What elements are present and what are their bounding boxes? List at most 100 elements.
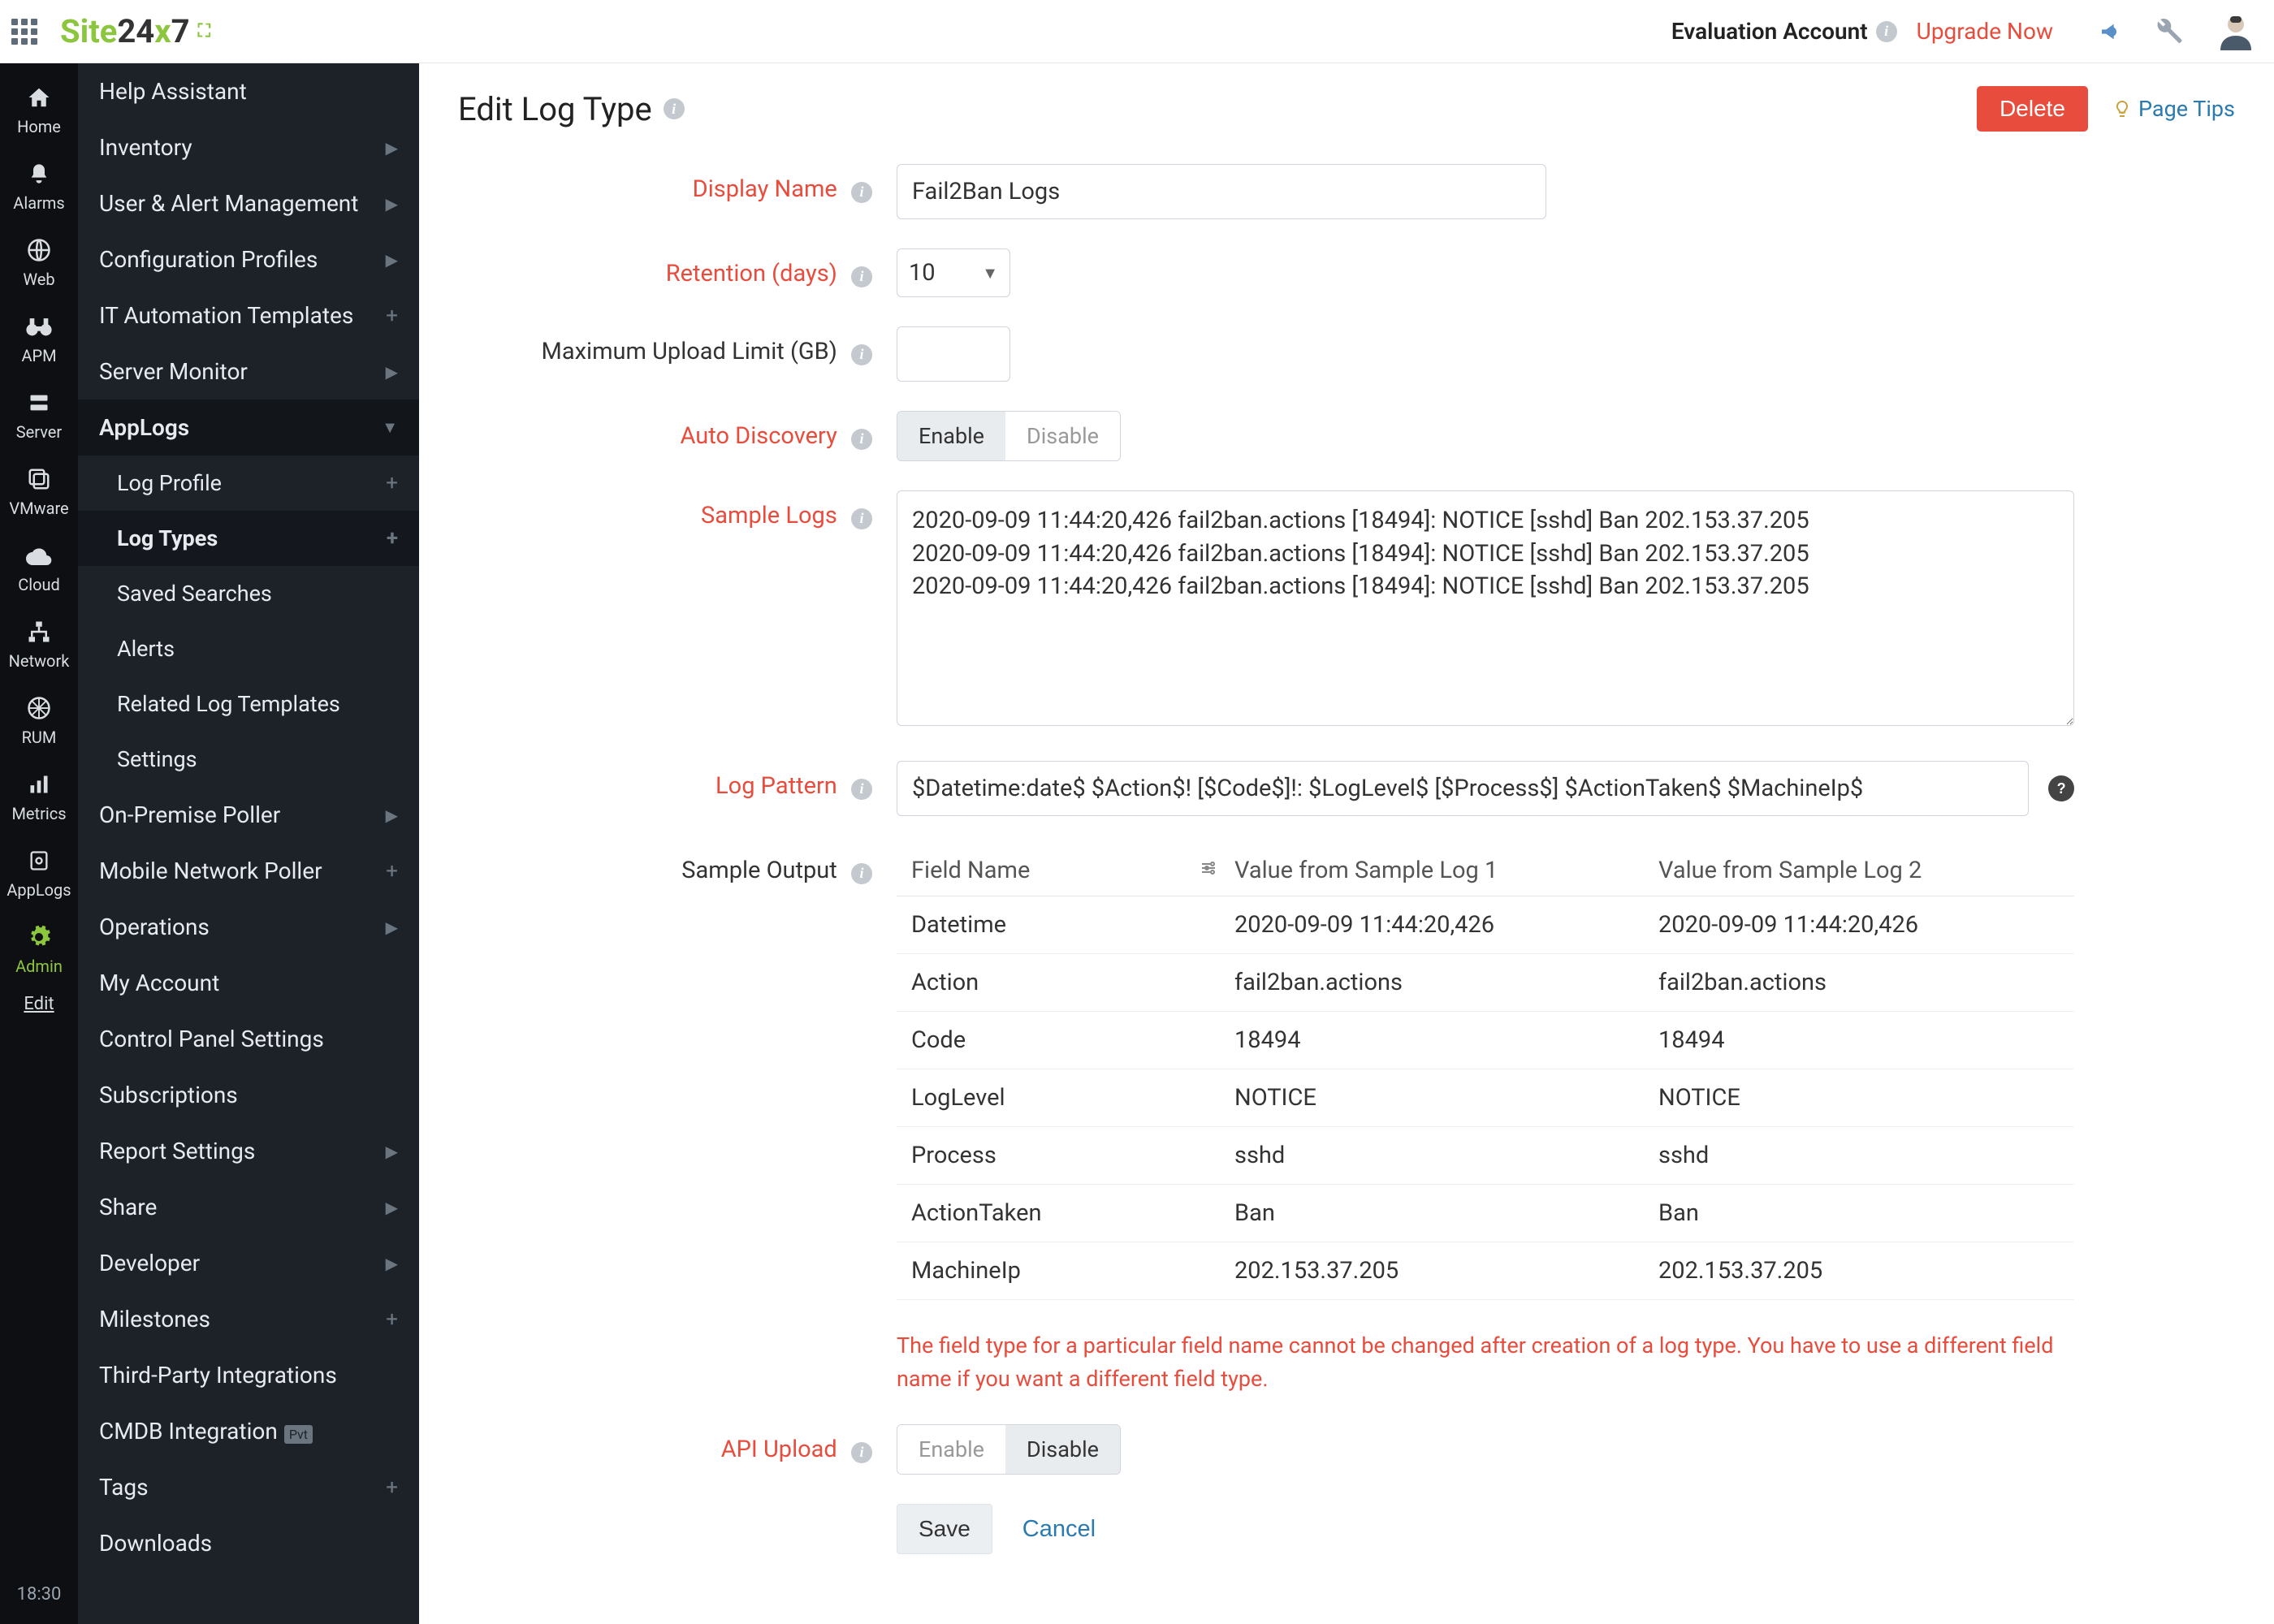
rail-cloud[interactable]: Cloud bbox=[0, 529, 78, 606]
delete-button[interactable]: Delete bbox=[1977, 86, 2088, 132]
cell-v1: 2020-09-09 11:44:20,426 bbox=[1226, 896, 1650, 954]
sidebar-label: My Account bbox=[99, 970, 219, 996]
sidebar-label: Server Monitor bbox=[99, 358, 248, 385]
sidebar-developer[interactable]: Developer▶ bbox=[78, 1235, 419, 1291]
rail-alarms[interactable]: Alarms bbox=[0, 148, 78, 224]
rail-home[interactable]: Home bbox=[0, 71, 78, 148]
table-row: Actionfail2ban.actionsfail2ban.actions bbox=[897, 954, 2074, 1012]
rail-edit-link[interactable]: Edit bbox=[24, 994, 54, 1014]
logo[interactable]: Site24x7 ⛶ bbox=[60, 12, 210, 50]
info-icon[interactable]: i bbox=[851, 863, 872, 884]
cell-field: Action bbox=[897, 954, 1226, 1012]
sidebar-label: User & Alert Management bbox=[99, 190, 358, 217]
sidebar-label: Log Types bbox=[117, 525, 218, 551]
save-button[interactable]: Save bbox=[897, 1504, 992, 1554]
sidebar-third-party[interactable]: Third-Party Integrations bbox=[78, 1347, 419, 1403]
plus-icon[interactable]: + bbox=[386, 859, 398, 883]
sidebar-label: Settings bbox=[117, 746, 197, 772]
max-upload-input[interactable] bbox=[897, 326, 1010, 382]
tools-icon[interactable] bbox=[2152, 14, 2188, 50]
settings-icon[interactable] bbox=[1199, 857, 1218, 884]
sidebar-report-settings[interactable]: Report Settings▶ bbox=[78, 1123, 419, 1179]
sidebar-related-templates[interactable]: Related Log Templates bbox=[78, 676, 419, 732]
plus-icon[interactable]: + bbox=[387, 526, 398, 551]
sidebar-saved-searches[interactable]: Saved Searches bbox=[78, 566, 419, 621]
info-icon[interactable]: i bbox=[851, 508, 872, 529]
expand-icon[interactable]: ⛶ bbox=[198, 21, 210, 41]
apps-grid-icon[interactable] bbox=[8, 15, 41, 48]
sidebar-label: Milestones bbox=[99, 1306, 210, 1332]
sidebar-inventory[interactable]: Inventory▶ bbox=[78, 119, 419, 175]
logo-site: Site bbox=[60, 12, 117, 50]
info-icon[interactable]: i bbox=[851, 344, 872, 365]
sidebar-label: Report Settings bbox=[99, 1138, 255, 1164]
sidebar-log-profile[interactable]: Log Profile+ bbox=[78, 456, 419, 511]
binoculars-icon bbox=[24, 312, 54, 341]
api-upload-disable[interactable]: Disable bbox=[1005, 1425, 1120, 1474]
rail-server[interactable]: Server bbox=[0, 377, 78, 453]
announcement-icon[interactable] bbox=[2094, 14, 2129, 50]
rail-apm[interactable]: APM bbox=[0, 300, 78, 377]
gear-icon bbox=[24, 922, 54, 952]
sidebar-help-assistant[interactable]: Help Assistant bbox=[78, 63, 419, 119]
rail-web[interactable]: Web bbox=[0, 224, 78, 300]
auto-discovery-enable[interactable]: Enable bbox=[897, 412, 1005, 460]
sidebar-settings[interactable]: Settings bbox=[78, 732, 419, 787]
account-info-icon[interactable]: i bbox=[1876, 21, 1897, 42]
rail-admin[interactable]: Admin bbox=[0, 911, 78, 987]
sidebar-subscriptions[interactable]: Subscriptions bbox=[78, 1067, 419, 1123]
upgrade-link[interactable]: Upgrade Now bbox=[1917, 18, 2053, 45]
rail-applogs[interactable]: AppLogs bbox=[0, 835, 78, 911]
api-upload-enable[interactable]: Enable bbox=[897, 1425, 1005, 1474]
log-pattern-label: Log Pattern i bbox=[458, 761, 897, 800]
plus-icon[interactable]: + bbox=[386, 471, 398, 495]
sidebar-control-panel[interactable]: Control Panel Settings bbox=[78, 1011, 419, 1067]
sidebar-on-premise[interactable]: On-Premise Poller▶ bbox=[78, 787, 419, 843]
rail-network[interactable]: Network bbox=[0, 606, 78, 682]
avatar[interactable] bbox=[2214, 10, 2258, 54]
sidebar-label: Alerts bbox=[117, 636, 175, 662]
rail-rum[interactable]: RUM bbox=[0, 682, 78, 758]
sidebar-label: Configuration Profiles bbox=[99, 246, 318, 273]
sidebar-milestones[interactable]: Milestones + bbox=[78, 1291, 419, 1347]
info-icon[interactable]: i bbox=[851, 429, 872, 450]
sample-logs-textarea[interactable] bbox=[897, 490, 2074, 726]
cell-v1: 202.153.37.205 bbox=[1226, 1242, 1650, 1300]
sidebar-config-profiles[interactable]: Configuration Profiles▶ bbox=[78, 231, 419, 287]
sidebar-operations[interactable]: Operations▶ bbox=[78, 899, 419, 955]
info-icon[interactable]: i bbox=[851, 1442, 872, 1463]
page-tips-link[interactable]: Page Tips bbox=[2112, 96, 2235, 122]
info-icon[interactable]: i bbox=[851, 266, 872, 287]
plus-icon[interactable]: + bbox=[386, 304, 398, 328]
sidebar-cmdb[interactable]: CMDB IntegrationPvt bbox=[78, 1403, 419, 1459]
sidebar-tags[interactable]: Tags+ bbox=[78, 1459, 419, 1515]
help-icon[interactable]: ? bbox=[2048, 775, 2074, 801]
sidebar-mobile-network[interactable]: Mobile Network Poller+ bbox=[78, 843, 419, 899]
sidebar-log-types[interactable]: Log Types + bbox=[78, 511, 419, 566]
sidebar-server-monitor[interactable]: Server Monitor▶ bbox=[78, 343, 419, 400]
auto-discovery-disable[interactable]: Disable bbox=[1005, 412, 1120, 460]
display-name-input[interactable] bbox=[897, 164, 1546, 219]
table-row: LogLevelNOTICENOTICE bbox=[897, 1069, 2074, 1127]
rail-metrics[interactable]: Metrics bbox=[0, 758, 78, 835]
sidebar-it-automation[interactable]: IT Automation Templates+ bbox=[78, 287, 419, 343]
plus-icon[interactable]: + bbox=[386, 1475, 398, 1500]
sidebar-downloads[interactable]: Downloads bbox=[78, 1515, 419, 1571]
rail-metrics-label: Metrics bbox=[11, 804, 66, 823]
info-icon[interactable]: i bbox=[851, 779, 872, 800]
rail-time: 18:30 bbox=[17, 1584, 62, 1624]
info-icon[interactable]: i bbox=[851, 182, 872, 203]
sidebar-user-alert[interactable]: User & Alert Management▶ bbox=[78, 175, 419, 231]
retention-select[interactable]: 10▼ bbox=[897, 248, 1010, 297]
sidebar-my-account[interactable]: My Account bbox=[78, 955, 419, 1011]
rail-vmware[interactable]: VMware bbox=[0, 453, 78, 529]
log-pattern-input[interactable] bbox=[897, 761, 2029, 816]
sidebar-applogs[interactable]: AppLogs▼ bbox=[78, 400, 419, 456]
sidebar-alerts[interactable]: Alerts bbox=[78, 621, 419, 676]
plus-icon[interactable]: + bbox=[386, 1307, 398, 1332]
sidebar-share[interactable]: Share▶ bbox=[78, 1179, 419, 1235]
cancel-button[interactable]: Cancel bbox=[1022, 1516, 1096, 1543]
api-upload-toggle: Enable Disable bbox=[897, 1424, 1121, 1475]
cell-v2: 2020-09-09 11:44:20,426 bbox=[1650, 896, 2074, 954]
title-info-icon[interactable]: i bbox=[664, 98, 685, 119]
